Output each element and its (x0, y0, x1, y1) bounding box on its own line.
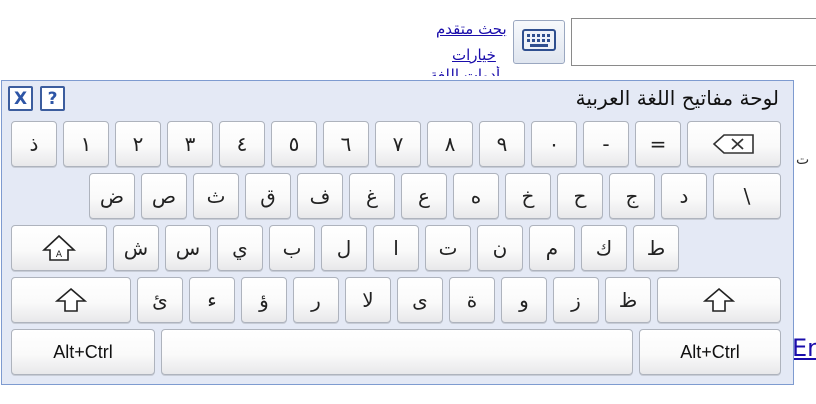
key[interactable]: ك (581, 225, 627, 271)
key[interactable]: خ (505, 173, 551, 219)
shift-left-key[interactable] (11, 277, 131, 323)
key[interactable]: م (529, 225, 575, 271)
key[interactable]: ز (553, 277, 599, 323)
keyboard-icon (522, 29, 556, 55)
key[interactable]: - (583, 121, 629, 167)
key[interactable]: ع (401, 173, 447, 219)
side-text-fragment: ت (796, 152, 810, 168)
key[interactable]: ن (477, 225, 523, 271)
key[interactable]: ل (321, 225, 367, 271)
key[interactable]: \ (713, 173, 781, 219)
keyboard-titlebar[interactable]: X ? لوحة مفاتيح اللغة العربية (2, 81, 793, 116)
key[interactable]: ة (449, 277, 495, 323)
key[interactable]: س (165, 225, 211, 271)
key[interactable]: ٦ (323, 121, 369, 167)
language-tools-link[interactable]: أدوات اللغة (430, 66, 500, 76)
shift-right-key[interactable] (657, 277, 781, 323)
key[interactable]: = (635, 121, 681, 167)
advanced-search-link[interactable]: بحث متقدم (436, 20, 507, 38)
key[interactable]: ١ (63, 121, 109, 167)
key[interactable]: ٩ (479, 121, 525, 167)
caps-lock-key[interactable]: A (11, 225, 107, 271)
key[interactable]: ذ (11, 121, 57, 167)
key[interactable]: ٨ (427, 121, 473, 167)
key[interactable]: ت (425, 225, 471, 271)
english-link[interactable]: En (792, 334, 816, 362)
key[interactable]: ج (609, 173, 655, 219)
svg-text:A: A (56, 250, 63, 260)
key[interactable]: ٢ (115, 121, 161, 167)
help-icon: ? (47, 88, 58, 109)
key[interactable]: لا (345, 277, 391, 323)
shift-icon (55, 287, 87, 313)
keyboard-title: لوحة مفاتيح اللغة العربية (575, 86, 779, 110)
key[interactable]: ٤ (219, 121, 265, 167)
key[interactable]: ب (269, 225, 315, 271)
close-button[interactable]: X (8, 86, 33, 111)
key[interactable]: ث (193, 173, 239, 219)
help-button[interactable]: ? (40, 86, 65, 111)
close-icon: X (13, 88, 28, 109)
key[interactable]: ض (89, 173, 135, 219)
space-key[interactable] (161, 329, 633, 375)
key[interactable]: ر (293, 277, 339, 323)
key[interactable]: ؤ (241, 277, 287, 323)
preferences-link[interactable]: خيارات (452, 46, 496, 64)
shift-icon (703, 287, 735, 313)
key[interactable]: ا (373, 225, 419, 271)
key[interactable]: ٧ (375, 121, 421, 167)
key[interactable]: ء (189, 277, 235, 323)
backspace-icon (712, 133, 756, 155)
key[interactable]: ئ (137, 277, 183, 323)
backspace-key[interactable] (687, 121, 781, 167)
key[interactable]: ٠ (531, 121, 577, 167)
key[interactable]: ف (297, 173, 343, 219)
key[interactable]: غ (349, 173, 395, 219)
key[interactable]: ط (633, 225, 679, 271)
key[interactable]: ق (245, 173, 291, 219)
key[interactable]: د (661, 173, 707, 219)
key[interactable]: ي (217, 225, 263, 271)
key[interactable]: و (501, 277, 547, 323)
key[interactable]: ص (141, 173, 187, 219)
key[interactable]: ه (453, 173, 499, 219)
alt-ctrl-left-key[interactable]: Alt+Ctrl (11, 329, 155, 375)
key[interactable]: ٣ (167, 121, 213, 167)
search-input[interactable] (571, 18, 816, 66)
virtual-keyboard-button[interactable] (513, 20, 565, 64)
key[interactable]: ح (557, 173, 603, 219)
virtual-keyboard-panel: X ? لوحة مفاتيح اللغة العربية ذ ١ ٢ ٣ ٤ … (1, 80, 794, 385)
key[interactable]: ش (113, 225, 159, 271)
key[interactable]: ى (397, 277, 443, 323)
alt-ctrl-right-key[interactable]: Alt+Ctrl (639, 329, 781, 375)
key[interactable]: ظ (605, 277, 651, 323)
caps-lock-icon: A (41, 234, 77, 262)
key[interactable]: ٥ (271, 121, 317, 167)
